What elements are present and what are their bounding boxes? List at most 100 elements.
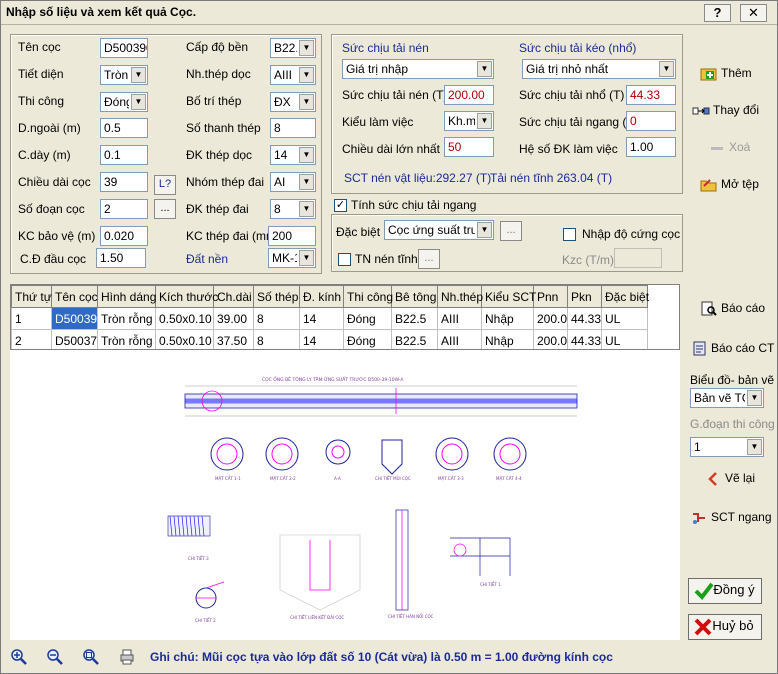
ten-coc-input[interactable]: D500390 bbox=[100, 38, 148, 58]
chieu-dai-lon-nhat-input[interactable]: 50 bbox=[444, 137, 494, 157]
dk-thep-doc-select[interactable]: 14 ▼ bbox=[270, 145, 316, 165]
zoom-fit-button[interactable] bbox=[82, 648, 100, 669]
table-cell[interactable]: Đóng bbox=[343, 329, 392, 349]
column-header[interactable]: Ch.dài bbox=[213, 285, 254, 308]
nen-mode-select[interactable]: Giá trị nhập ▼ bbox=[342, 59, 494, 79]
table-cell[interactable]: 2 bbox=[11, 329, 52, 349]
tn-nen-tinh-checkbox[interactable] bbox=[338, 253, 351, 266]
dong-y-button[interactable]: Đồng ý bbox=[688, 578, 762, 604]
ve-lai-button[interactable]: Vẽ lại bbox=[704, 471, 755, 487]
column-header[interactable]: Thứ tự bbox=[11, 285, 52, 308]
column-header[interactable]: Đặc biệt bbox=[601, 285, 649, 308]
column-header[interactable]: Số thép bbox=[253, 285, 300, 308]
them-button[interactable]: Thêm bbox=[700, 66, 752, 82]
column-header[interactable]: Nh.thép bbox=[437, 285, 483, 308]
table-cell[interactable]: 1 bbox=[11, 307, 52, 330]
drawing-canvas[interactable]: CỌC ỐNG BÊ TÔNG LY TÂM ỨNG SUẤT TRƯỚC D5… bbox=[10, 350, 680, 640]
chieu-dai-input[interactable]: 39 bbox=[100, 172, 148, 192]
keo-mode-select[interactable]: Giá trị nhỏ nhất ▼ bbox=[522, 59, 676, 79]
sct-nen-input[interactable]: 200.00 bbox=[444, 85, 494, 105]
kzc-input[interactable] bbox=[614, 248, 662, 268]
table-cell[interactable]: UL bbox=[601, 329, 648, 349]
table-cell[interactable]: 39.00 bbox=[213, 307, 254, 330]
g-doan-select[interactable]: 1 ▼ bbox=[690, 437, 764, 457]
sct-ngang-input[interactable]: 0 bbox=[626, 111, 676, 131]
table-cell[interactable]: AIII bbox=[437, 307, 482, 330]
table-cell[interactable]: 44.33 bbox=[567, 329, 602, 349]
cap-do-ben-select[interactable]: B22.5▼ bbox=[270, 38, 316, 58]
table-cell[interactable]: Nhập bbox=[481, 329, 534, 349]
mo-tep-button[interactable]: Mở tệp bbox=[700, 177, 759, 193]
column-header[interactable]: Đ. kính bbox=[299, 285, 344, 308]
table-cell[interactable]: 0.50x0.10 bbox=[155, 329, 214, 349]
kc-bao-ve-input[interactable]: 0.020 bbox=[100, 226, 148, 246]
column-header[interactable]: Kích thước bbox=[155, 285, 218, 308]
bo-tri-thep-select[interactable]: ĐX ▼ bbox=[270, 92, 316, 112]
table-row[interactable]: 1D500390Tròn rỗng0.50x0.1039.00814ĐóngB2… bbox=[11, 307, 648, 330]
table-cell[interactable]: Tròn rỗng bbox=[97, 329, 156, 349]
table-cell[interactable]: 200.00 bbox=[533, 307, 568, 330]
table-cell[interactable]: 8 bbox=[253, 307, 300, 330]
table-cell[interactable]: Nhập bbox=[481, 307, 534, 330]
column-header[interactable]: Kiểu SCT bbox=[481, 285, 536, 308]
table-cell[interactable]: Tròn rỗng bbox=[97, 307, 156, 330]
so-thanh-thep-input[interactable]: 8 bbox=[270, 118, 316, 138]
column-header[interactable]: Thi công bbox=[343, 285, 393, 308]
dat-nen-select[interactable]: MK-1▼ bbox=[268, 248, 316, 268]
length-calc-button[interactable]: L? bbox=[154, 175, 176, 195]
column-header[interactable]: Hình dáng bbox=[97, 285, 156, 308]
table-cell[interactable]: D500375 bbox=[51, 329, 98, 349]
dac-biet-select[interactable]: Cọc ứng suất trước▼ bbox=[384, 220, 494, 240]
thay-doi-button[interactable]: Thay đổi bbox=[692, 103, 759, 119]
nhom-thep-dai-select[interactable]: AI ▼ bbox=[270, 172, 316, 192]
cd-dau-coc-input[interactable]: 1.50 bbox=[96, 248, 146, 268]
so-doan-more-button[interactable]: ... bbox=[154, 199, 176, 219]
print-button[interactable] bbox=[118, 648, 136, 669]
table-cell[interactable]: 14 bbox=[299, 329, 344, 349]
table-cell[interactable]: AIII bbox=[437, 329, 482, 349]
nh-thep-doc-select[interactable]: AIII ▼ bbox=[270, 65, 316, 85]
thi-cong-select[interactable]: Đóng▼ bbox=[100, 92, 148, 112]
bieu-do-select[interactable]: Bản vẽ TC ▼ bbox=[690, 388, 764, 408]
table-cell[interactable]: 37.50 bbox=[213, 329, 254, 349]
table-cell[interactable]: UL bbox=[601, 307, 648, 330]
pile-cap-rebar bbox=[309, 540, 331, 591]
he-so-dk-input[interactable]: 1.00 bbox=[626, 137, 676, 157]
table-cell[interactable]: B22.5 bbox=[391, 307, 438, 330]
table-cell[interactable]: D500390 bbox=[51, 307, 98, 330]
kc-thep-dai-input[interactable]: 200 bbox=[268, 226, 316, 246]
help-button[interactable]: ? bbox=[704, 4, 731, 22]
dac-biet-more-button[interactable]: ... bbox=[500, 221, 522, 241]
close-button[interactable]: ✕ bbox=[740, 4, 767, 22]
kieu-lam-viec-select[interactable]: Kh.mũi▼ bbox=[444, 111, 494, 131]
nhap-do-cung-checkbox[interactable] bbox=[563, 228, 576, 241]
column-header[interactable]: Pnn bbox=[533, 285, 568, 308]
sct-nho-input[interactable]: 44.33 bbox=[626, 85, 676, 105]
table-cell[interactable]: Đóng bbox=[343, 307, 392, 330]
table-cell[interactable]: B22.5 bbox=[391, 329, 438, 349]
d-ngoai-input[interactable]: 0.5 bbox=[100, 118, 148, 138]
column-header[interactable]: Tên cọc bbox=[51, 285, 98, 308]
c-day-input[interactable]: 0.1 bbox=[100, 145, 148, 165]
table-cell[interactable]: 44.33 bbox=[567, 307, 602, 330]
so-doan-input[interactable]: 2 bbox=[100, 199, 148, 219]
column-header[interactable]: Pkn bbox=[567, 285, 602, 308]
table-cell[interactable]: 200.00 bbox=[533, 329, 568, 349]
table-cell[interactable]: 0.50x0.10 bbox=[155, 307, 214, 330]
bao-cao-button[interactable]: Báo cáo bbox=[700, 301, 765, 317]
tn-nen-tinh-more-button[interactable]: ... bbox=[418, 249, 440, 269]
table-cell[interactable]: 8 bbox=[253, 329, 300, 349]
table-cell[interactable]: 14 bbox=[299, 307, 344, 330]
sct-ngang-button[interactable]: SCT ngang bbox=[690, 510, 772, 526]
table-row[interactable]: 2D500375Tròn rỗng0.50x0.1037.50814ĐóngB2… bbox=[11, 329, 648, 349]
xoa-button[interactable]: Xoá bbox=[708, 140, 750, 156]
dk-thep-dai-select[interactable]: 8 ▼ bbox=[270, 199, 316, 219]
zoom-in-button[interactable] bbox=[10, 648, 28, 669]
tinh-sct-ngang-checkbox[interactable]: ✓ bbox=[334, 199, 347, 212]
column-header[interactable]: Bê tông bbox=[391, 285, 438, 308]
bao-cao-ct-button[interactable]: Báo cáo CT bbox=[690, 341, 774, 357]
huy-bo-button[interactable]: Huỷ bỏ bbox=[688, 614, 762, 640]
tiet-dien-select[interactable]: Tròn rỗng▼ bbox=[100, 65, 148, 85]
results-grid[interactable]: Thứ tự Tên cọc Hình dáng Kích thước Ch.dài Số… bbox=[10, 284, 680, 350]
zoom-out-button[interactable] bbox=[46, 648, 64, 669]
